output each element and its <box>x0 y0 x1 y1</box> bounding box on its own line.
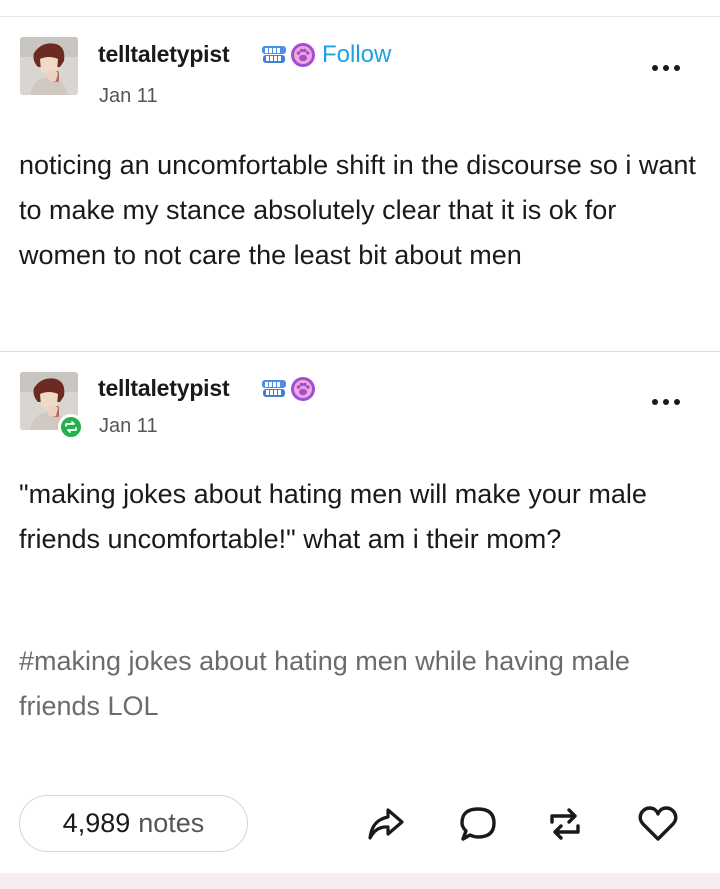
reblog-badge-icon <box>58 414 84 440</box>
purple-paw-badge-icon <box>290 42 316 73</box>
more-dots-icon[interactable] <box>652 399 680 405</box>
page-bottom-band <box>0 873 720 889</box>
username[interactable]: telltaletypist <box>98 375 230 402</box>
follow-button[interactable]: Follow <box>322 41 391 69</box>
username[interactable]: telltaletypist <box>98 41 230 68</box>
heart-icon[interactable] <box>636 802 680 846</box>
post-actions <box>0 802 720 846</box>
more-dots-icon[interactable] <box>652 65 680 71</box>
purple-paw-badge-icon <box>290 376 316 407</box>
reply-icon[interactable] <box>456 802 500 846</box>
post-body: "making jokes about hating men will make… <box>19 479 647 554</box>
blue-teeth-badge-icon <box>260 377 288 406</box>
blog-badges <box>260 376 316 407</box>
reblog-icon[interactable] <box>543 802 587 846</box>
reblog-post: telltaletypist Jan 11 "making jokes abou… <box>0 352 720 887</box>
post-body: noticing an uncomfortable shift in the d… <box>19 150 696 270</box>
original-post: telltaletypist Follow Jan 11 noticing an… <box>0 17 720 351</box>
post-date[interactable]: Jan 11 <box>99 415 158 438</box>
post-date[interactable]: Jan 11 <box>99 85 158 108</box>
avatar[interactable] <box>20 37 78 95</box>
blue-teeth-badge-icon <box>260 43 288 72</box>
share-icon[interactable] <box>364 802 408 846</box>
post-tags[interactable]: #making jokes about hating men while hav… <box>19 639 699 729</box>
blog-badges <box>260 42 316 73</box>
